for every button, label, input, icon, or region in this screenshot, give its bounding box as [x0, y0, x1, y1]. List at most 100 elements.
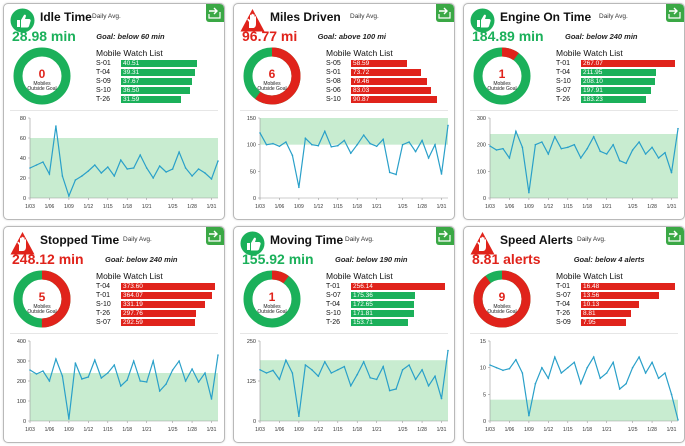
trend-chart: 0 100 200 300 1/03 1/06 1/09 1/12 1/15 1/18 1/21 1/… — [464, 112, 684, 218]
watch-value: 331.19 — [123, 301, 143, 308]
x-tick-label: 1/03 — [255, 427, 265, 433]
data-point — [158, 165, 161, 167]
x-tick-label: 1/09 — [64, 427, 74, 433]
export-icon[interactable] — [436, 4, 454, 22]
mobile-id: S-01 — [326, 69, 341, 76]
y-tick-label: 125 — [247, 379, 256, 385]
mobile-id: T-01 — [556, 60, 571, 67]
data-point — [291, 154, 294, 157]
export-icon[interactable] — [206, 227, 224, 245]
export-icon[interactable] — [206, 4, 224, 22]
y-tick-label: 400 — [17, 339, 26, 345]
watch-list-row[interactable]: T-01 16.48 — [556, 283, 681, 291]
watch-list-row[interactable]: S-10 171.81 — [326, 310, 451, 318]
card-title: Stopped Time — [40, 233, 120, 247]
watch-value: 83.03 — [353, 87, 370, 94]
watch-list-row[interactable]: T-01 256.14 — [326, 283, 451, 291]
data-point — [48, 173, 51, 175]
watch-value: 292.59 — [123, 319, 143, 326]
x-tick-label: 1/25 — [628, 204, 638, 210]
watch-list-row[interactable]: T-01 364.07 — [96, 292, 221, 300]
export-icon[interactable] — [436, 227, 454, 245]
data-point — [317, 144, 320, 147]
data-point — [586, 147, 589, 150]
watch-list-row[interactable]: T-04 10.13 — [556, 301, 681, 309]
watch-list-row[interactable]: T-26 31.59 — [96, 96, 221, 104]
data-point — [152, 177, 154, 179]
data-point — [375, 378, 378, 381]
data-point — [152, 360, 154, 362]
x-tick-label: 1/15 — [563, 204, 573, 210]
goal-text: Goal: below 240 min — [565, 32, 638, 41]
data-point — [664, 372, 666, 374]
y-tick-label: 200 — [17, 379, 26, 385]
mobile-id: S-10 — [326, 310, 341, 317]
watch-list-row[interactable]: T-04 373.60 — [96, 283, 221, 291]
data-point — [291, 372, 294, 374]
watch-list-row[interactable]: S-06 83.03 — [326, 87, 451, 95]
watch-list-row[interactable]: T-04 39.31 — [96, 69, 221, 77]
kpi-value: 248.12 min — [12, 251, 84, 267]
export-icon[interactable] — [666, 227, 684, 245]
watch-list-row[interactable]: T-26 183.23 — [556, 96, 681, 104]
watch-list-row[interactable]: T-04 211.95 — [556, 69, 681, 77]
data-point — [100, 377, 103, 379]
watch-list-row[interactable]: T-26 153.71 — [326, 319, 451, 327]
data-point — [508, 157, 511, 159]
outside-goal-donut: 1 Mobiles Outside Goal — [242, 269, 302, 329]
data-point — [408, 364, 410, 366]
kpi-card: Moving Time Daily Avg. 155.92 min Goal: bel… — [233, 226, 455, 443]
data-point — [191, 175, 193, 177]
data-point — [330, 146, 333, 148]
watch-list-row[interactable]: T-04 172.65 — [326, 301, 451, 309]
data-point — [278, 378, 281, 381]
mobile-id: S-09 — [556, 319, 571, 326]
watch-list-row[interactable]: S-09 37.67 — [96, 78, 221, 86]
x-tick-label: 1/28 — [417, 204, 427, 210]
watch-list-row[interactable]: S-01 73.72 — [326, 69, 451, 77]
watch-value: 16.48 — [583, 283, 600, 290]
data-point — [408, 141, 410, 143]
watch-list-row[interactable]: S-07 175.36 — [326, 292, 451, 300]
data-point — [677, 127, 679, 130]
data-point — [204, 172, 206, 174]
watch-list-row[interactable]: S-10 36.50 — [96, 87, 221, 95]
mobile-id: S-10 — [96, 87, 111, 94]
watch-list-row[interactable]: S-08 79.46 — [326, 78, 451, 86]
data-point — [528, 414, 530, 417]
data-point — [631, 149, 634, 151]
watch-list-row[interactable]: S-10 331.19 — [96, 301, 221, 309]
data-point — [586, 366, 589, 369]
data-point — [395, 173, 397, 176]
donut-count: 9 — [499, 290, 506, 304]
watch-list-row[interactable]: S-07 13.56 — [556, 292, 681, 300]
export-icon[interactable] — [666, 4, 684, 22]
watch-list-row[interactable]: S-07 292.59 — [96, 319, 221, 327]
donut-count: 1 — [269, 290, 276, 304]
data-point — [165, 171, 167, 173]
watch-list-title: Mobile Watch List — [96, 271, 163, 281]
data-point — [184, 380, 187, 382]
mobile-id: T-04 — [96, 283, 111, 290]
watch-list-row[interactable]: S-10 208.10 — [556, 78, 681, 86]
goal-text: Goal: above 100 mi — [317, 32, 386, 41]
watch-list-row[interactable]: S-10 90.87 — [326, 96, 451, 104]
mobile-id: S-01 — [96, 60, 111, 67]
mobile-id: T-26 — [556, 310, 571, 317]
watch-value: 58.59 — [353, 60, 370, 67]
watch-list-row[interactable]: S-07 197.91 — [556, 87, 681, 95]
data-point — [126, 379, 129, 381]
x-tick-label: 1/12 — [313, 204, 323, 210]
watch-list-row[interactable]: S-01 40.51 — [96, 60, 221, 68]
data-point — [42, 370, 44, 372]
data-point — [55, 358, 57, 360]
watch-list-row[interactable]: S-05 58.59 — [326, 60, 451, 68]
watch-list-row[interactable]: T-26 8.81 — [556, 310, 681, 318]
watch-list-row[interactable]: T-01 267.07 — [556, 60, 681, 68]
data-point — [197, 381, 200, 383]
watch-list-row[interactable]: T-26 297.76 — [96, 310, 221, 318]
card-subtitle: Daily Avg. — [345, 236, 374, 243]
watch-list-title: Mobile Watch List — [556, 48, 623, 58]
data-point — [330, 372, 333, 374]
watch-list-row[interactable]: S-09 7.95 — [556, 319, 681, 327]
